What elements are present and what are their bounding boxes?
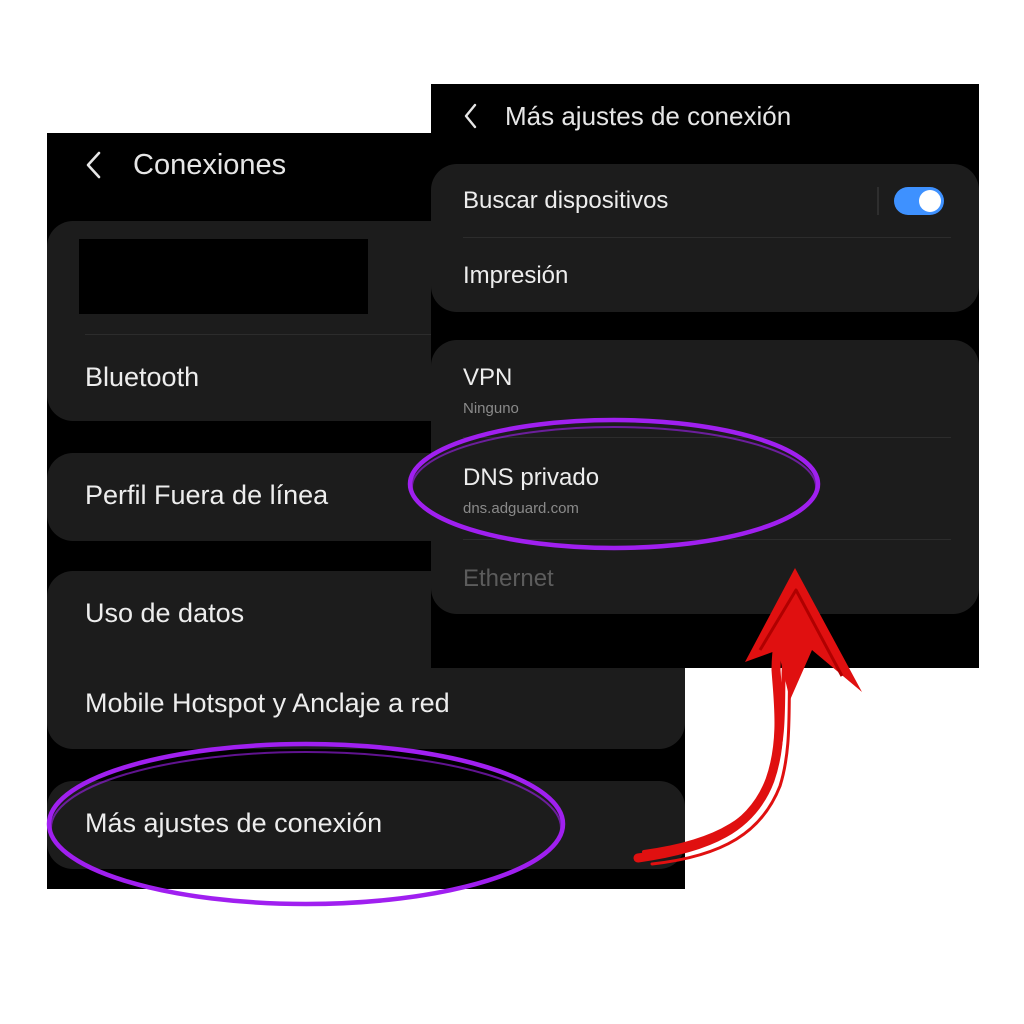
redacted-block <box>79 239 368 314</box>
divider <box>463 237 951 238</box>
data-usage-item[interactable]: Uso de datos <box>85 598 244 629</box>
chevron-left-icon[interactable] <box>463 102 479 130</box>
page-title: Conexiones <box>133 148 287 181</box>
search-devices-toggle[interactable] <box>894 187 944 215</box>
vpn-item[interactable]: VPN <box>463 364 512 392</box>
chevron-left-icon[interactable] <box>85 150 103 180</box>
mas-ajustes-screen: Más ajustes de conexión Buscar dispositi… <box>431 84 979 668</box>
header: Más ajustes de conexión <box>463 98 791 134</box>
toggle-knob <box>919 190 941 212</box>
private-dns-value: dns.adguard.com <box>463 500 579 517</box>
hotspot-item[interactable]: Mobile Hotspot y Anclaje a red <box>85 688 450 719</box>
more-connection-settings-item[interactable]: Más ajustes de conexión <box>85 808 382 839</box>
private-dns-item[interactable]: DNS privado <box>463 464 599 492</box>
divider <box>463 539 951 540</box>
bluetooth-item[interactable]: Bluetooth <box>85 362 199 393</box>
printing-item[interactable]: Impresión <box>463 262 568 290</box>
vpn-value: Ninguno <box>463 400 519 417</box>
search-devices-item[interactable]: Buscar dispositivos <box>463 187 668 215</box>
offline-profile-item[interactable]: Perfil Fuera de línea <box>85 480 328 511</box>
page-title: Más ajustes de conexión <box>505 100 792 131</box>
toggle-separator <box>877 187 879 215</box>
ethernet-item[interactable]: Ethernet <box>463 565 554 593</box>
header: Conexiones <box>85 147 286 183</box>
divider <box>463 437 951 438</box>
